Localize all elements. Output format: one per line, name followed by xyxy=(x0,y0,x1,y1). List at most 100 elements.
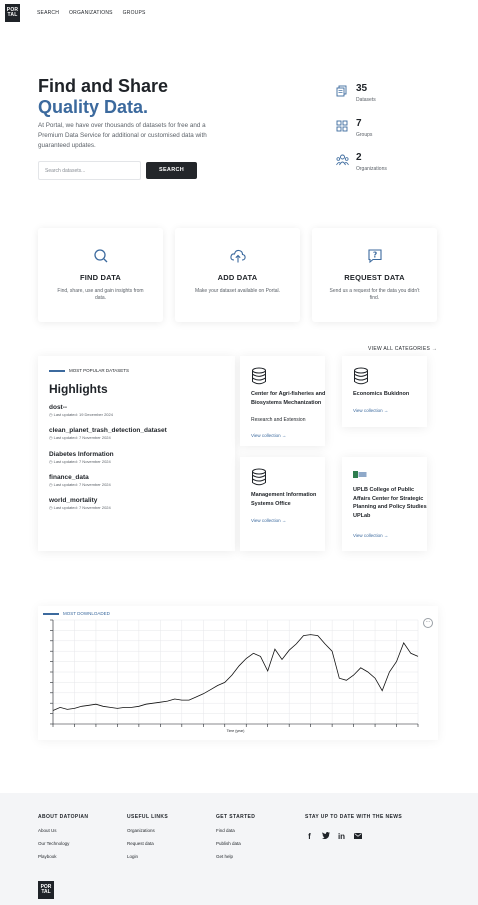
facebook-icon[interactable]: f xyxy=(305,832,314,841)
search-button[interactable]: SEARCH xyxy=(146,162,197,179)
request-data-card[interactable]: ? REQUEST DATA Send us a request for the… xyxy=(312,228,437,322)
highlight-item-name[interactable]: dost-- xyxy=(49,404,229,411)
footer-link[interactable]: Playbook xyxy=(38,854,88,859)
hero-description: At Portal, we have over thousands of dat… xyxy=(38,122,207,149)
hero-title-accent: Quality Data. xyxy=(38,97,149,117)
find-data-card[interactable]: FIND DATA Find, share, use and gain insi… xyxy=(38,228,163,322)
nav-organizations-link[interactable]: ORGANIZATIONS xyxy=(69,10,113,16)
stat-organizations-label: Organizations xyxy=(356,166,387,172)
highlight-item[interactable]: clean_planet_trash_detection_dataset ◷ L… xyxy=(49,427,229,440)
chart-x-axis-label: Time (year) xyxy=(227,729,245,733)
view-collection-link[interactable]: View collection → xyxy=(251,433,286,438)
highlight-item-date: ◷ Last updated: 7 November 2024 xyxy=(49,435,111,440)
stat-groups-value: 7 xyxy=(356,118,362,129)
cloud-upload-icon xyxy=(230,249,246,263)
organizations-icon xyxy=(336,154,349,166)
footer-heading: ABOUT DATOPIAN xyxy=(38,814,89,820)
footer-column-get-started: GET STARTED Find data Publish data Get h… xyxy=(216,814,255,867)
category-card[interactable]: UPLB College of Public Affairs Center fo… xyxy=(342,457,427,551)
category-card[interactable]: Center for Agri-fisheries and Biosystems… xyxy=(240,356,325,446)
add-data-desc: Make your dataset available on Portal. xyxy=(194,288,281,294)
view-collection-link[interactable]: View collection → xyxy=(353,533,388,538)
linkedin-icon[interactable]: in xyxy=(337,832,346,841)
footer-link[interactable]: Login xyxy=(127,854,168,859)
stat-organizations: 2 Organizations xyxy=(336,152,436,176)
portal-logo[interactable]: POR TAL xyxy=(5,4,20,22)
hero-title: Find and Share xyxy=(38,76,169,96)
datasets-icon xyxy=(336,85,347,97)
highlight-item[interactable]: finance_data ◷ Last updated: 7 November … xyxy=(49,474,229,487)
highlight-item[interactable]: Diabetes Information ◷ Last updated: 7 N… xyxy=(49,451,229,464)
footer-link[interactable]: Our Technology xyxy=(38,841,88,846)
category-subtitle: Research and Extension xyxy=(251,417,306,423)
footer-heading: GET STARTED xyxy=(216,814,256,820)
twitter-icon[interactable] xyxy=(321,832,330,841)
footer-link[interactable]: About Us xyxy=(38,828,88,833)
highlight-item-name[interactable]: Diabetes Information xyxy=(49,451,229,458)
stat-datasets: 35 Datasets xyxy=(336,83,436,107)
search-icon xyxy=(94,249,108,263)
category-card[interactable]: Economics Bukidnon View collection → xyxy=(342,356,427,427)
nav-groups-link[interactable]: GROUPS xyxy=(123,10,146,16)
footer-heading: USEFUL LINKS xyxy=(127,814,169,820)
highlights-title: Highlights xyxy=(49,382,108,396)
chart-series-line xyxy=(52,634,419,711)
highlight-item[interactable]: dost-- ◷ Last updated: 19 December 2024 xyxy=(49,404,229,417)
view-all-categories-link[interactable]: VIEW ALL CATEGORIES → xyxy=(368,346,437,352)
highlight-item-name[interactable]: finance_data xyxy=(49,474,229,481)
add-data-title: ADD DATA xyxy=(217,273,258,282)
stat-groups-label: Groups xyxy=(356,132,373,138)
stat-groups: 7 Groups xyxy=(336,118,436,142)
downloads-chart: Time (year) xyxy=(50,619,419,733)
nav-links: SEARCH ORGANIZATIONS GROUPS xyxy=(37,10,146,16)
groups-icon xyxy=(336,120,348,132)
database-icon xyxy=(252,468,266,486)
category-name: UPLB College of Public Affairs Center fo… xyxy=(353,487,427,519)
footer-link[interactable]: Publish data xyxy=(216,841,255,846)
highlight-item-date: ◷ Last updated: 19 December 2024 xyxy=(49,412,113,417)
category-card[interactable]: Management Information Systems Office Vi… xyxy=(240,457,325,551)
highlight-item-name[interactable]: clean_planet_trash_detection_dataset xyxy=(49,427,229,434)
highlight-item-date: ◷ Last updated: 7 November 2024 xyxy=(49,459,111,464)
view-collection-link[interactable]: View collection → xyxy=(251,518,286,523)
stat-datasets-label: Datasets xyxy=(356,97,376,103)
highlight-item-name[interactable]: world_mortality xyxy=(49,497,229,504)
footer-column-about: ABOUT DATOPIAN About Us Our Technology P… xyxy=(38,814,88,867)
database-icon xyxy=(252,367,266,385)
request-data-title: REQUEST DATA xyxy=(344,273,405,282)
social-links: f in xyxy=(305,832,362,841)
database-icon xyxy=(354,367,368,385)
stat-organizations-value: 2 xyxy=(356,152,362,163)
most-downloaded-chart-card: MOST DOWNLOADED ··· Time (year) xyxy=(38,606,438,740)
email-icon[interactable] xyxy=(353,832,362,841)
highlight-item-date: ◷ Last updated: 7 November 2024 xyxy=(49,505,111,510)
request-data-desc: Send us a request for the data you didn'… xyxy=(329,288,420,301)
top-nav: POR TAL SEARCH ORGANIZATIONS GROUPS xyxy=(0,0,478,28)
stat-datasets-value: 35 xyxy=(356,83,368,94)
footer-link[interactable]: Organizations xyxy=(127,828,168,833)
highlights-tag: MOST POPULAR DATASETS xyxy=(49,368,129,373)
footer-logo[interactable]: POR TAL xyxy=(38,881,54,899)
svg-text:?: ? xyxy=(373,251,377,260)
category-name: Economics Bukidnon xyxy=(353,391,410,397)
highlight-item-date: ◷ Last updated: 7 November 2024 xyxy=(49,482,111,487)
footer-heading: STAY UP TO DATE WITH THE NEWS xyxy=(305,814,403,820)
request-question-icon: ? xyxy=(368,249,382,264)
nav-search-link[interactable]: SEARCH xyxy=(37,10,59,16)
footer-link[interactable]: Request data xyxy=(127,841,168,846)
logo-image-icon xyxy=(353,471,367,478)
category-name: Management Information Systems Office xyxy=(251,492,317,507)
highlights-tag-label: MOST POPULAR DATASETS xyxy=(69,368,130,373)
highlights-card: MOST POPULAR DATASETS Highlights dost-- … xyxy=(38,356,235,551)
highlight-item[interactable]: world_mortality ◷ Last updated: 7 Novemb… xyxy=(49,497,229,510)
footer-link[interactable]: Get help xyxy=(216,854,255,859)
footer-column-useful-links: USEFUL LINKS Organizations Request data … xyxy=(127,814,168,867)
footer-link[interactable]: Find data xyxy=(216,828,255,833)
search-input[interactable]: Search datasets... xyxy=(38,161,141,180)
view-collection-link[interactable]: View collection → xyxy=(353,408,388,413)
category-name: Center for Agri-fisheries and Biosystems… xyxy=(251,391,326,406)
find-data-desc: Find, share, use and gain insights from … xyxy=(57,288,144,301)
add-data-card[interactable]: ADD DATA Make your dataset available on … xyxy=(175,228,300,322)
footer-column-news: STAY UP TO DATE WITH THE NEWS xyxy=(305,814,402,828)
find-data-title: FIND DATA xyxy=(79,273,122,282)
